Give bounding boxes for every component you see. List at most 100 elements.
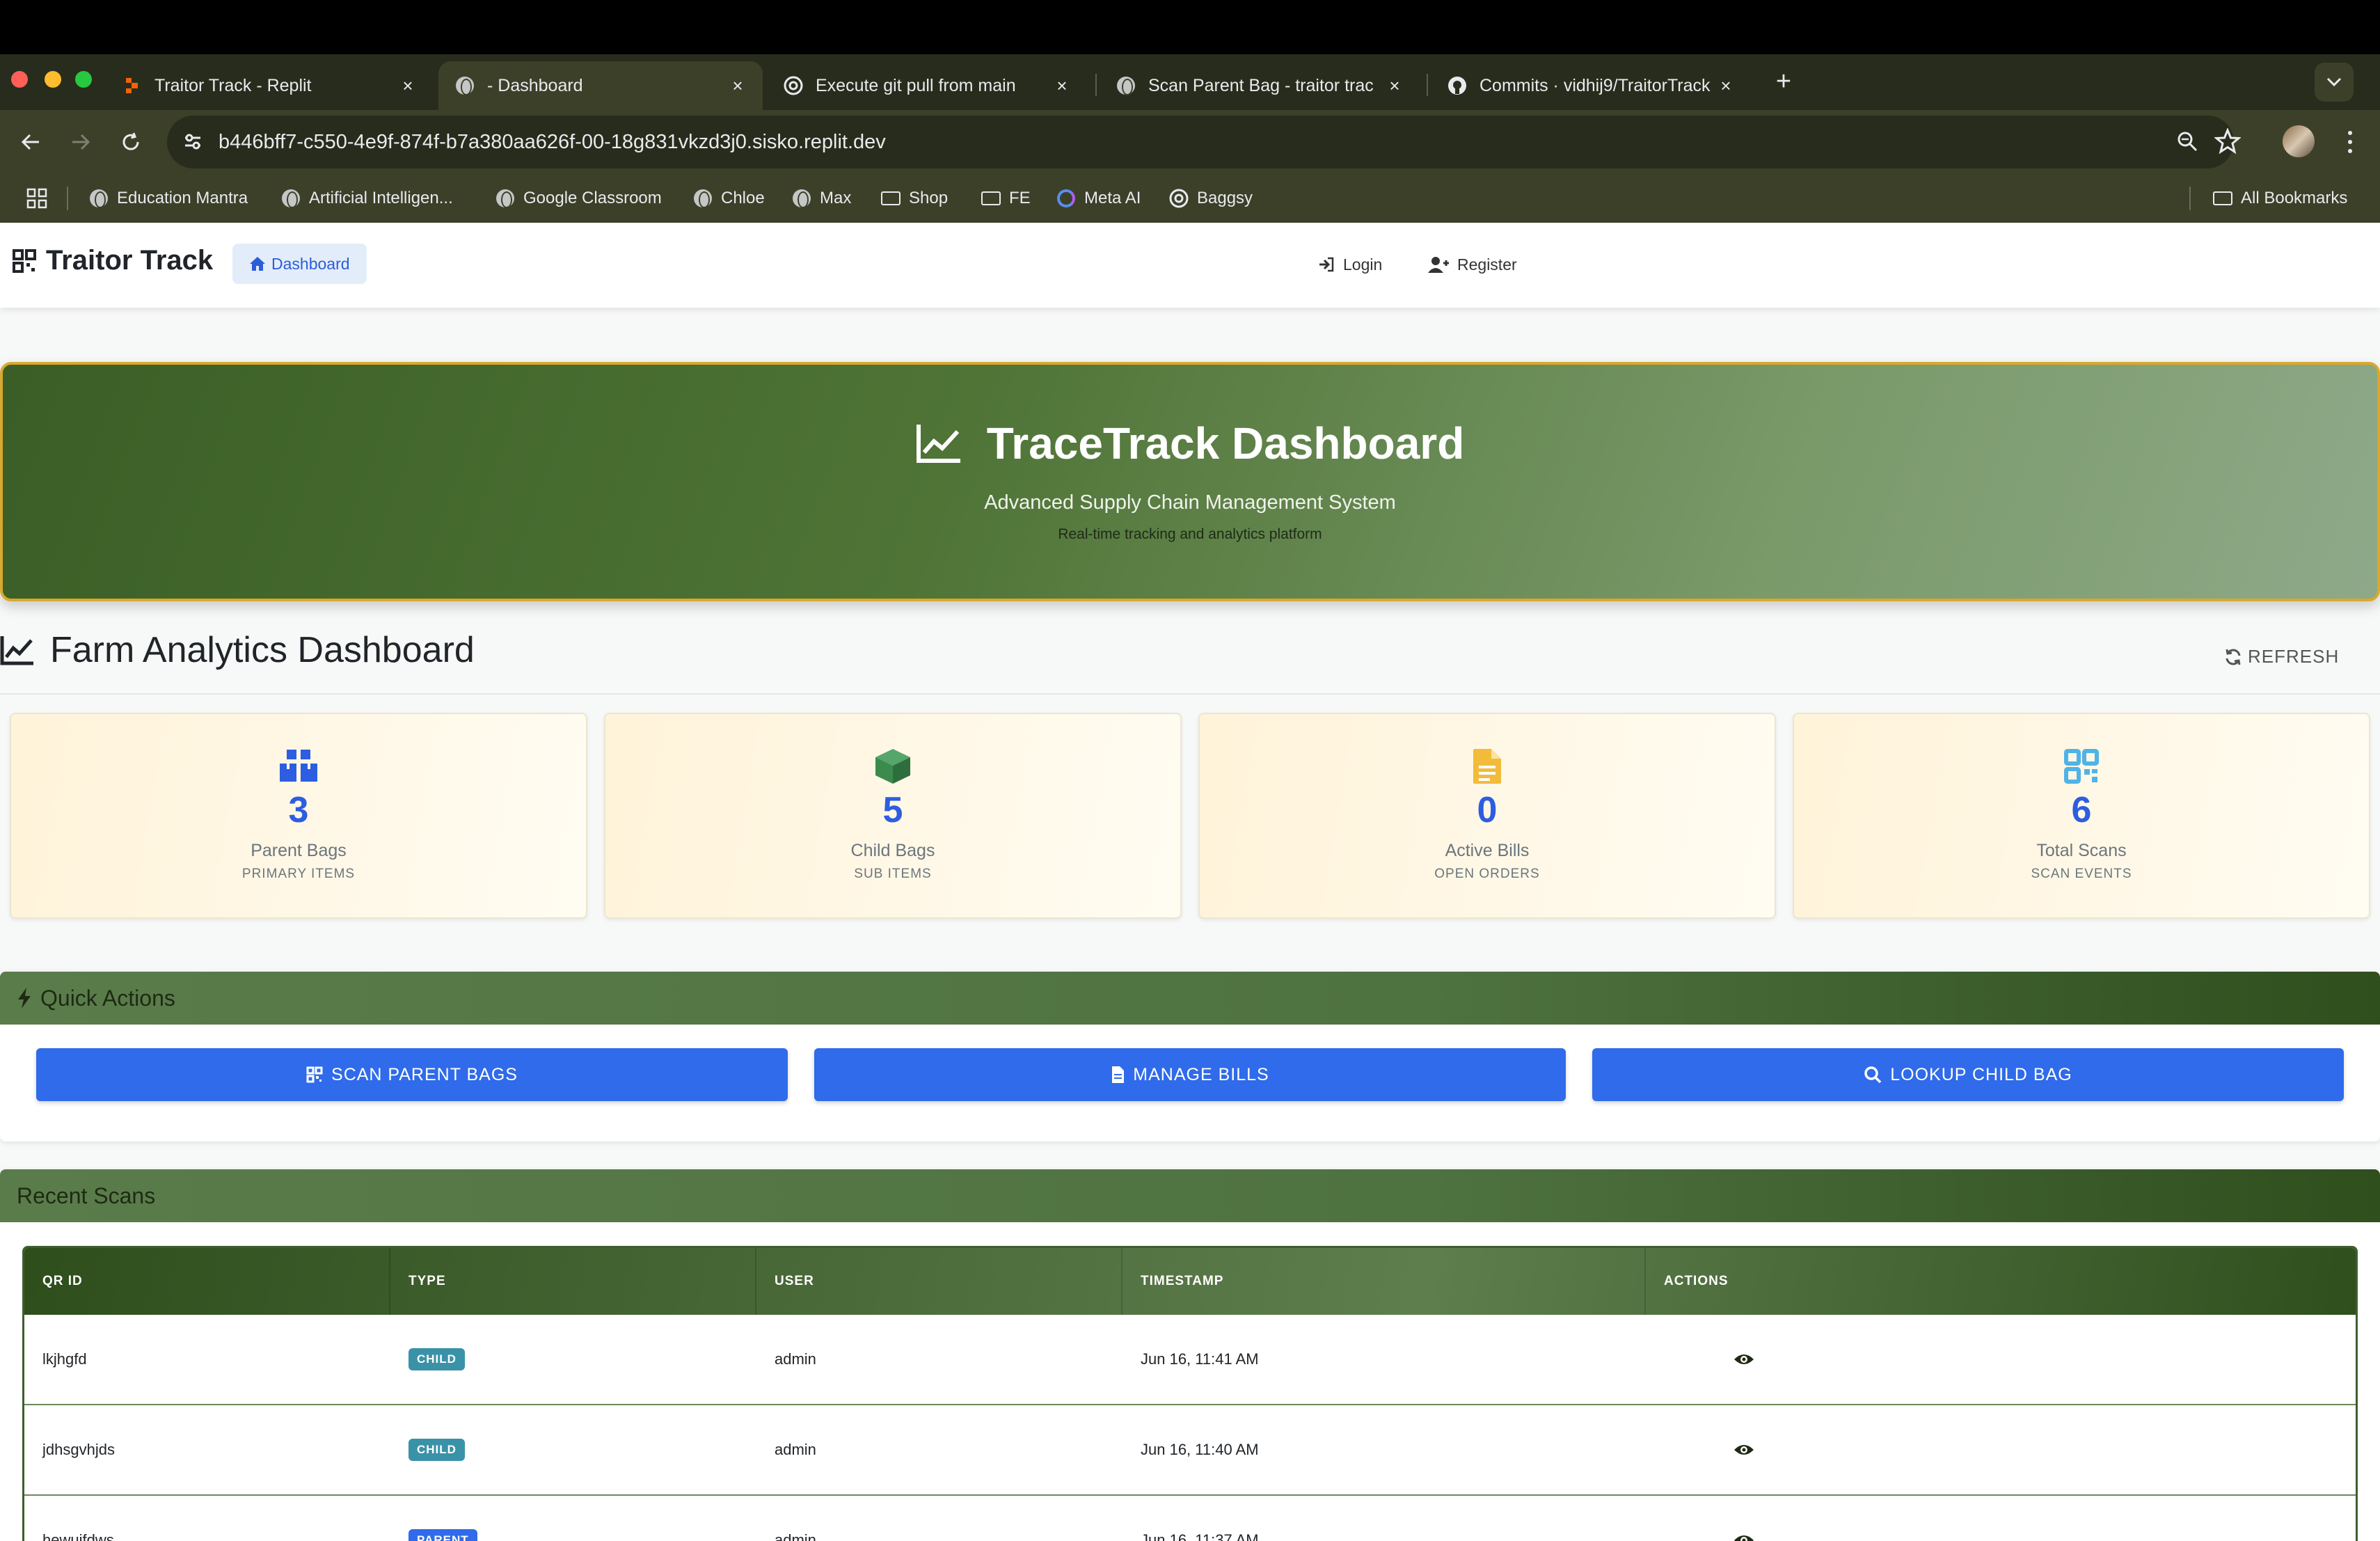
close-tab-icon[interactable]: × — [1054, 75, 1070, 97]
close-tab-icon[interactable]: × — [729, 75, 746, 97]
tab-scan-parent-bag[interactable]: Scan Parent Bag - traitor trac × — [1100, 61, 1420, 110]
cell-timestamp: Jun 16, 11:40 AM — [1141, 1441, 1259, 1458]
manage-bills-button[interactable]: MANAGE BILLS — [814, 1048, 1566, 1101]
table-row: hewuifdws PARENT admin Jun 16, 11:37 AM — [24, 1496, 2356, 1541]
close-window-button[interactable] — [11, 71, 28, 88]
site-settings-icon[interactable] — [181, 129, 205, 157]
close-tab-icon[interactable]: × — [1386, 75, 1403, 97]
tab-label: - Dashboard — [487, 75, 583, 95]
new-tab-button[interactable]: + — [1766, 64, 1801, 99]
type-badge: PARENT — [408, 1529, 477, 1541]
nav-login[interactable]: Login — [1318, 251, 1382, 278]
reload-button[interactable] — [113, 124, 149, 160]
close-tab-icon[interactable]: × — [1717, 75, 1734, 97]
file-icon — [1472, 746, 1502, 787]
folder-icon — [981, 189, 1001, 208]
refresh-button[interactable]: REFRESH — [2224, 646, 2339, 667]
bookmark-label: FE — [1009, 189, 1031, 207]
chevron-down-icon — [2326, 77, 2342, 87]
stat-label: Parent Bags — [251, 841, 347, 860]
column-header-type[interactable]: TYPE — [390, 1248, 756, 1315]
stat-value: 3 — [288, 790, 309, 830]
bookmark-max[interactable]: Max — [792, 182, 851, 214]
apps-grid-icon[interactable] — [26, 188, 47, 212]
tab-execute-git-pull[interactable]: Execute git pull from main × — [767, 61, 1087, 110]
table-header: QR ID TYPE USER TIMESTAMP ACTIONS — [24, 1248, 2356, 1315]
bookmark-fe[interactable]: FE — [981, 182, 1031, 214]
folder-icon — [2213, 189, 2232, 208]
tab-traitor-track-replit[interactable]: Traitor Track - Replit × — [106, 61, 433, 110]
scan-parent-bags-label: SCAN PARENT BAGS — [331, 1064, 518, 1084]
bookmark-star-icon[interactable] — [2214, 127, 2242, 158]
brand[interactable]: Traitor Track — [13, 245, 213, 276]
type-badge: CHILD — [408, 1439, 465, 1461]
url-text[interactable]: b446bff7-c550-4e9f-874f-b7a380aa626f-00-… — [219, 131, 886, 154]
column-header-timestamp[interactable]: TIMESTAMP — [1122, 1248, 1646, 1315]
analytics-title: Farm Analytics Dashboard — [0, 629, 475, 671]
eye-icon[interactable] — [1734, 1352, 1754, 1366]
bookmark-chloe[interactable]: Chloe — [693, 182, 765, 214]
nav-login-label: Login — [1343, 255, 1383, 274]
quick-actions-title: Quick Actions — [40, 985, 175, 1011]
back-button[interactable] — [13, 124, 49, 160]
github-icon — [1447, 76, 1467, 95]
tab-label: Execute git pull from main — [816, 75, 1016, 95]
hero-title: TraceTrack Dashboard — [0, 418, 2380, 469]
cell-actions — [1646, 1496, 2356, 1541]
column-header-qr-id[interactable]: QR ID — [24, 1248, 390, 1315]
divider — [0, 693, 2380, 695]
bookmark-label: Shop — [909, 189, 949, 207]
close-tab-icon[interactable]: × — [399, 75, 416, 97]
bookmark-education-mantra[interactable]: Education Mantra — [89, 182, 248, 214]
all-bookmarks-button[interactable]: All Bookmarks — [2213, 182, 2347, 214]
cell-type: PARENT — [390, 1496, 756, 1541]
cell-timestamp: Jun 16, 11:37 AM — [1141, 1531, 1259, 1541]
tab-search-button[interactable] — [2315, 63, 2354, 102]
stat-sublabel: SUB ITEMS — [854, 867, 932, 881]
cell-actions — [1646, 1405, 2356, 1494]
stat-value: 5 — [882, 790, 903, 830]
bookmark-meta-ai[interactable]: Meta AI — [1056, 182, 1141, 214]
recent-scans-title: Recent Scans — [17, 1183, 156, 1208]
omnibox[interactable]: b446bff7-c550-4e9f-874f-b7a380aa626f-00-… — [167, 116, 2234, 168]
qrcode-icon — [306, 1066, 323, 1083]
tab-separator — [1427, 74, 1428, 96]
tab-dashboard[interactable]: - Dashboard × — [438, 61, 763, 110]
stat-card-total-scans: 6 Total Scans SCAN EVENTS — [1793, 713, 2370, 919]
hero-subtitle: Advanced Supply Chain Management System — [984, 491, 1396, 514]
more-menu-icon[interactable] — [2340, 128, 2361, 156]
eye-icon[interactable] — [1734, 1533, 1754, 1541]
minimize-window-button[interactable] — [45, 71, 61, 88]
bookmark-label: Google Classroom — [523, 189, 662, 207]
nav-dashboard[interactable]: Dashboard — [232, 244, 367, 284]
bookmark-label: Meta AI — [1084, 189, 1141, 207]
bookmark-google-classroom[interactable]: Google Classroom — [495, 182, 662, 214]
chatgpt-icon — [784, 76, 803, 95]
nav-register[interactable]: Register — [1428, 251, 1517, 278]
forward-button[interactable] — [63, 124, 99, 160]
tab-label: Traitor Track - Replit — [154, 75, 312, 95]
lookup-child-bag-button[interactable]: LOOKUP CHILD BAG — [1592, 1048, 2344, 1101]
table-row: lkjhgfd CHILD admin Jun 16, 11:41 AM — [24, 1315, 2356, 1405]
bookmark-label: Max — [820, 189, 852, 207]
zoom-window-button[interactable] — [75, 71, 92, 88]
globe-icon — [281, 189, 301, 208]
boxes-icon — [278, 746, 319, 787]
sign-in-icon — [1319, 257, 1334, 272]
bookmark-label: Baggsy — [1197, 189, 1253, 207]
scan-parent-bags-button[interactable]: SCAN PARENT BAGS — [36, 1048, 788, 1101]
bookmark-baggsy[interactable]: Baggsy — [1169, 182, 1253, 214]
zoom-icon[interactable] — [2175, 129, 2199, 157]
lookup-child-bag-label: LOOKUP CHILD BAG — [1890, 1064, 2072, 1084]
eye-icon[interactable] — [1734, 1443, 1754, 1457]
column-header-actions[interactable]: ACTIONS — [1646, 1248, 2356, 1315]
bookmark-artificial-intelligence[interactable]: Artificial Intelligen... — [281, 182, 453, 214]
search-icon — [1864, 1066, 1882, 1084]
bookmark-shop[interactable]: Shop — [881, 182, 948, 214]
nav-register-label: Register — [1457, 255, 1517, 274]
column-header-user[interactable]: USER — [756, 1248, 1122, 1315]
bookmark-divider — [2189, 187, 2191, 210]
profile-avatar[interactable] — [2283, 125, 2315, 157]
tab-github-commits[interactable]: Commits · vidhij9/TraitorTrack × — [1431, 61, 1751, 110]
stat-card-active-bills: 0 Active Bills OPEN ORDERS — [1198, 713, 1776, 919]
